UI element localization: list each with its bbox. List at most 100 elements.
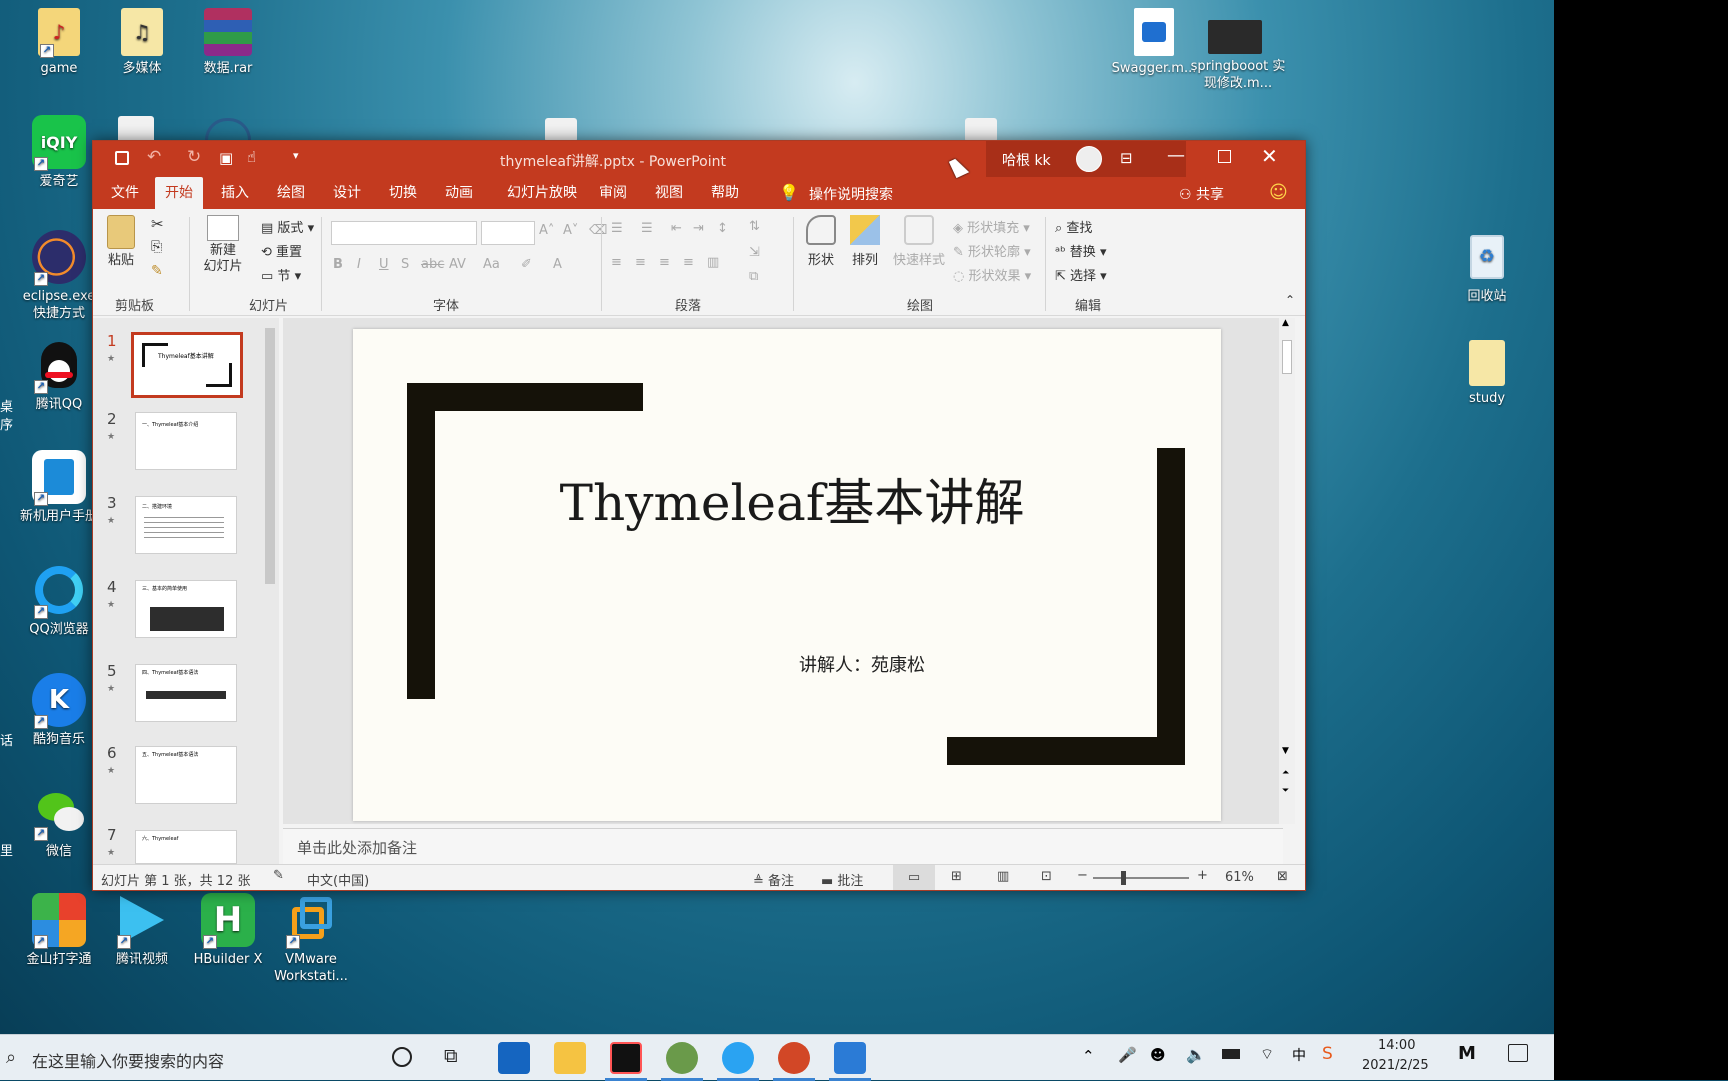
zoom-out-icon[interactable]: − [1077, 868, 1088, 883]
ribbon-display-icon[interactable]: ⊟ [1120, 149, 1133, 167]
notification-center-icon[interactable] [1508, 1044, 1528, 1062]
comments-button[interactable]: ▬ 批注 [821, 870, 863, 889]
account-area[interactable]: 哈根 kk [986, 141, 1186, 177]
new-slide-button[interactable]: 新建 幻灯片 [197, 215, 249, 275]
quick-styles-button[interactable]: 快速样式 [889, 215, 949, 268]
desktop-icon-typing[interactable]: ↗ 金山打字通 [18, 893, 100, 968]
ime-icon[interactable]: 中 [1292, 1045, 1306, 1065]
notes-pane[interactable]: 单击此处添加备注 [283, 828, 1283, 864]
powerpoint-taskbar-icon[interactable] [778, 1042, 810, 1074]
font-size-select[interactable] [481, 221, 535, 245]
scroll-down-icon[interactable]: ▼ [1282, 746, 1289, 756]
photos-app-icon[interactable] [666, 1042, 698, 1074]
paste-button[interactable]: 粘贴 [103, 215, 139, 268]
tab-home[interactable]: 开始 [155, 177, 203, 209]
tab-file[interactable]: 文件 [101, 177, 149, 209]
shrink-font-icon[interactable]: A˅ [563, 223, 578, 238]
tab-view[interactable]: 视图 [645, 177, 693, 209]
layout-button[interactable]: ▤ 版式 ▾ [261, 217, 314, 236]
cortana-icon[interactable] [392, 1047, 412, 1067]
clock-time[interactable]: 14:00 [1378, 1038, 1415, 1053]
minimize-icon[interactable]: — [1167, 145, 1185, 166]
volume-icon[interactable]: 🔈 [1186, 1045, 1206, 1064]
align-center-icon[interactable]: ≡ [635, 255, 646, 270]
tab-animations[interactable]: 动画 [435, 177, 483, 209]
bold-button[interactable]: B [333, 257, 343, 272]
select-button[interactable]: ⇱ 选择 ▾ [1055, 265, 1107, 284]
numbering-icon[interactable]: ☰ [641, 221, 653, 236]
slide-thumbnail[interactable]: 五、Thymeleaf基本语法 [135, 746, 237, 804]
zoom-level[interactable]: 61% [1225, 870, 1254, 885]
slide-title[interactable]: Thymeleaf基本讲解 [353, 463, 1221, 535]
battery-icon[interactable] [1222, 1049, 1240, 1059]
slide-sorter-icon[interactable]: ⊞ [951, 869, 962, 884]
notes-button[interactable]: ≜ 备注 [753, 870, 794, 889]
decrease-indent-icon[interactable]: ⇤ [671, 221, 682, 236]
change-case-button[interactable]: Aa [483, 257, 500, 272]
smartart-icon[interactable]: ⧉ [749, 269, 758, 284]
tab-transitions[interactable]: 切换 [379, 177, 427, 209]
section-button[interactable]: ▭ 节 ▾ [261, 265, 301, 284]
qq-tray-icon[interactable]: ☻ [1150, 1046, 1166, 1064]
align-right-icon[interactable]: ≡ [659, 255, 670, 270]
clear-format-icon[interactable]: ⌫ [589, 223, 607, 238]
smiley-icon[interactable]: ☺ [1269, 182, 1288, 203]
find-button[interactable]: ⌕ 查找 [1055, 217, 1092, 236]
task-view-icon[interactable]: ⧉ [444, 1045, 458, 1067]
desktop-icon-study[interactable]: study [1446, 340, 1528, 407]
mail-icon[interactable] [498, 1042, 530, 1074]
fit-to-window-icon[interactable]: ⊠ [1277, 869, 1288, 884]
desktop-icon-hbuilder[interactable]: H ↗ HBuilder X [187, 893, 269, 968]
qq-browser-taskbar-icon[interactable] [722, 1042, 754, 1074]
close-icon[interactable]: ✕ [1261, 144, 1278, 168]
desktop-icon-qq[interactable]: ↗ 腾讯QQ [18, 338, 100, 413]
zoom-slider[interactable] [1093, 871, 1189, 885]
slide-thumbnail[interactable]: 二、搭建环境 [135, 496, 237, 554]
wifi-icon[interactable]: ⌔ [1260, 1045, 1274, 1064]
normal-view-icon[interactable]: ▭ [893, 865, 935, 890]
slide-thumbnail[interactable]: Thymeleaf基本讲解 [131, 332, 243, 398]
shape-effects-button[interactable]: ◌ 形状效果 ▾ [953, 265, 1031, 284]
desktop-icon-kugou[interactable]: K ↗ 酷狗音乐 [18, 673, 100, 748]
next-slide-icon[interactable]: ⏷ [1282, 786, 1289, 796]
font-family-select[interactable] [331, 221, 477, 245]
desktop-icon-vmware[interactable]: ↗ VMware Workstati... [270, 893, 352, 985]
align-text-icon[interactable]: ⇲ [749, 245, 760, 260]
sogou-icon[interactable]: S [1322, 1044, 1333, 1064]
slide-subtitle[interactable]: 讲解人：苑康松 [799, 651, 925, 677]
strikethrough-icon[interactable]: abc [421, 257, 444, 272]
font-color-icon[interactable]: A [553, 257, 562, 272]
intellij-icon[interactable] [610, 1042, 642, 1074]
slideshow-icon[interactable]: ⊡ [1041, 869, 1052, 884]
columns-icon[interactable]: ▥ [707, 255, 719, 270]
line-spacing-icon[interactable]: ↕ [717, 221, 728, 236]
maximize-icon[interactable] [1218, 150, 1231, 163]
desktop-icon-rar[interactable]: 数据.rar [187, 8, 269, 77]
tab-help[interactable]: 帮助 [701, 177, 749, 209]
slide-thumbnail[interactable]: 三、基本的简单使用 [135, 580, 237, 638]
slide-thumbnail[interactable]: 一、Thymeleaf基本介绍 [135, 412, 237, 470]
microphone-icon[interactable]: 🎤 [1118, 1046, 1137, 1064]
reset-button[interactable]: ⟲ 重置 [261, 241, 302, 260]
shape-outline-button[interactable]: ✎ 形状轮廓 ▾ [953, 241, 1031, 260]
slide-thumbnail[interactable]: 四、Thymeleaf基本语法 [135, 664, 237, 722]
app-tray-icon[interactable]: M [1458, 1043, 1476, 1064]
prev-slide-icon[interactable]: ⏶ [1282, 768, 1289, 778]
tab-slideshow[interactable]: 幻灯片放映 [497, 177, 587, 209]
current-slide[interactable]: Thymeleaf基本讲解 讲解人：苑康松 [353, 329, 1221, 821]
desktop-icon-manual[interactable]: ↗ 新机用户手册 [18, 450, 100, 525]
desktop-icon-tencentvideo[interactable]: ↗ 腾讯视频 [101, 893, 183, 968]
tab-design[interactable]: 设计 [323, 177, 371, 209]
tell-me-search[interactable]: 操作说明搜索 [809, 184, 893, 204]
zoom-in-icon[interactable]: + [1197, 868, 1208, 883]
clock-date[interactable]: 2021/2/25 [1362, 1058, 1429, 1073]
taskbar-search-box[interactable]: 在这里输入你要搜索的内容 [32, 1048, 224, 1072]
file-explorer-icon[interactable] [554, 1042, 586, 1074]
char-spacing-icon[interactable]: AV [449, 257, 466, 272]
desktop-icon-eclipse[interactable]: ↗ eclipse.exe 快捷方式 [18, 230, 100, 322]
desktop-icon-game[interactable]: ♪ ↗ game [18, 8, 100, 77]
align-left-icon[interactable]: ≡ [611, 255, 622, 270]
desktop-icon-multimedia[interactable]: ♫ 多媒体 [101, 8, 183, 77]
accessibility-icon[interactable]: ✎ [273, 868, 284, 883]
share-button[interactable]: ⚇ 共享 [1179, 184, 1224, 204]
